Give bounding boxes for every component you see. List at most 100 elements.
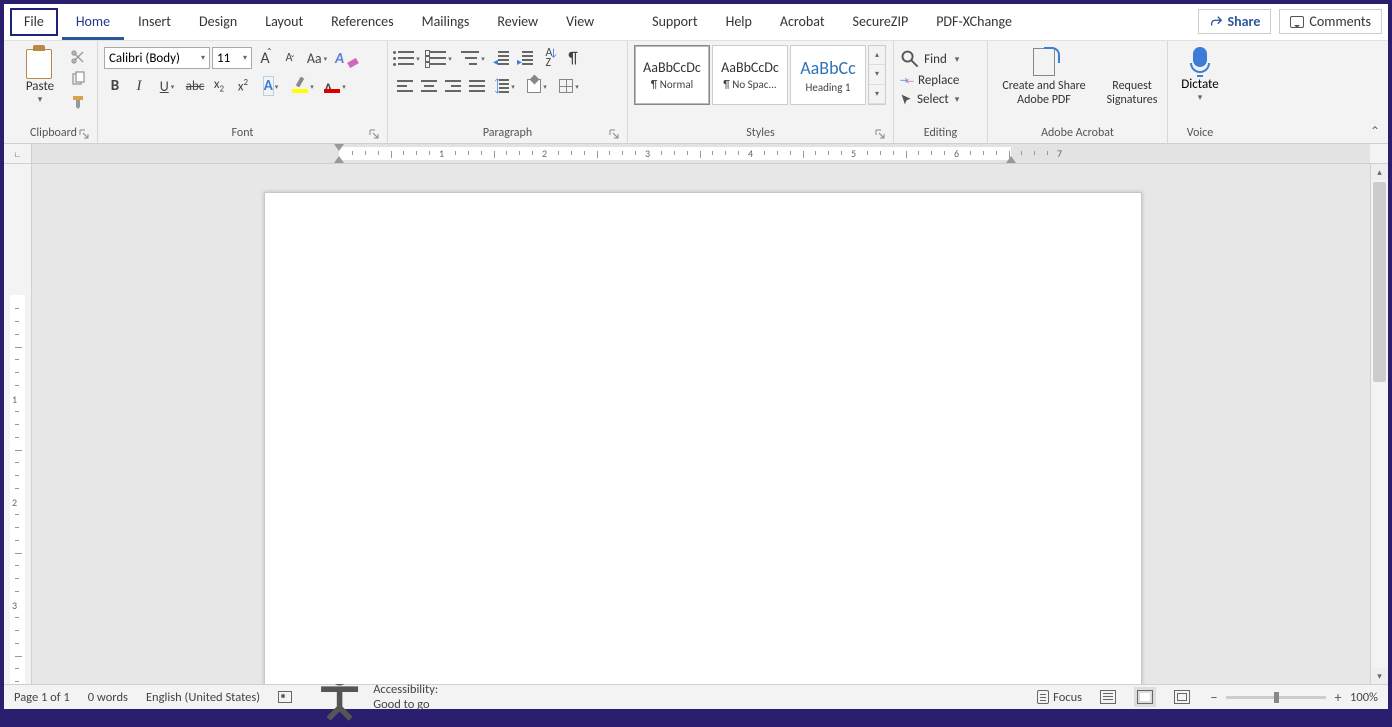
tab-review[interactable]: Review <box>483 4 552 40</box>
subscript-icon: x2 <box>214 77 224 95</box>
justify-button[interactable] <box>466 75 488 97</box>
zoom-in-button[interactable]: + <box>1332 689 1344 706</box>
text-effects-button[interactable]: A▾ <box>256 75 286 97</box>
tab-insert[interactable]: Insert <box>124 4 185 40</box>
share-button[interactable]: Share <box>1198 9 1272 34</box>
style-normal[interactable]: AaBbCcDc ¶ Normal <box>634 45 710 105</box>
styles-launcher[interactable] <box>873 127 887 141</box>
scroll-thumb[interactable] <box>1373 182 1386 382</box>
read-mode-button[interactable] <box>1100 690 1116 704</box>
zoom-out-button[interactable]: − <box>1208 689 1220 706</box>
font-size-combo[interactable]: 11▾ <box>212 47 252 69</box>
shrink-font-button[interactable]: A⌄ <box>278 47 300 69</box>
share-label: Share <box>1228 13 1261 30</box>
paragraph-launcher[interactable] <box>607 127 621 141</box>
tab-pdfxchange[interactable]: PDF-XChange <box>922 4 1026 40</box>
copy-button[interactable] <box>70 71 86 87</box>
style-heading1[interactable]: AaBbCc Heading 1 <box>790 45 866 105</box>
page-count[interactable]: Page 1 of 1 <box>14 690 70 705</box>
font-name-combo[interactable]: Calibri (Body)▾ <box>104 47 210 69</box>
shading-button[interactable]: ▾ <box>522 75 552 97</box>
format-painter-button[interactable] <box>70 93 86 109</box>
grow-font-icon: A⌃ <box>260 49 269 68</box>
comments-button[interactable]: Comments <box>1279 9 1382 34</box>
underline-button[interactable]: U▾ <box>152 75 182 97</box>
tab-securezip[interactable]: SecureZIP <box>839 4 923 40</box>
scroll-up[interactable]: ▴ <box>1371 164 1388 180</box>
clear-formatting-button[interactable]: A <box>334 47 356 69</box>
group-paragraph: ▾ ▾ ▾ ◂ ▸ AZ↓ ¶ ↑↓▾ ▾ ▾ Pa <box>388 41 628 143</box>
ruler-horizontal: ∟ 1234567 <box>4 144 1388 164</box>
select-button[interactable]: Select▾ <box>900 92 959 107</box>
create-share-l1: Create and Share <box>1002 79 1085 93</box>
style-no-spacing[interactable]: AaBbCcDc ¶ No Spac... <box>712 45 788 105</box>
status-bar: Page 1 of 1 0 words English (United Stat… <box>4 684 1388 709</box>
subscript-button[interactable]: x2 <box>208 75 230 97</box>
collapse-ribbon-button[interactable]: ⌃ <box>1370 124 1380 139</box>
cut-button[interactable] <box>70 49 86 65</box>
tab-acrobat[interactable]: Acrobat <box>766 4 839 40</box>
document-canvas[interactable] <box>32 164 1370 684</box>
paste-button[interactable]: Paste ▾ <box>16 43 64 105</box>
align-right-icon <box>445 80 461 92</box>
line-spacing-button[interactable]: ↑↓▾ <box>490 75 520 97</box>
ruler-h-track[interactable]: 1234567 <box>32 144 1370 163</box>
sort-icon: AZ↓ <box>546 48 553 68</box>
tab-view[interactable]: View <box>552 4 608 40</box>
tab-selector[interactable]: ∟ <box>4 144 32 163</box>
superscript-button[interactable]: x2 <box>232 75 254 97</box>
font-color-button[interactable]: A▾ <box>320 75 350 97</box>
styles-more[interactable]: ▾ <box>869 85 885 104</box>
scroll-down[interactable]: ▾ <box>1371 668 1388 684</box>
find-button[interactable]: Find▾ <box>900 49 959 69</box>
tab-home[interactable]: Home <box>62 4 124 40</box>
borders-button[interactable]: ▾ <box>554 75 584 97</box>
web-layout-button[interactable] <box>1174 690 1190 704</box>
highlight-button[interactable]: ▾ <box>288 75 318 97</box>
tab-file[interactable]: File <box>10 8 58 36</box>
tab-references[interactable]: References <box>317 4 407 40</box>
focus-mode-button[interactable]: Focus <box>1037 690 1082 705</box>
italic-button[interactable]: I <box>128 75 150 97</box>
tab-help[interactable]: Help <box>712 4 766 40</box>
change-case-button[interactable]: Aa▾ <box>302 47 332 69</box>
vertical-scrollbar[interactable]: ▴ ▾ <box>1370 164 1388 684</box>
dictate-button[interactable]: Dictate ▾ <box>1174 43 1226 103</box>
font-launcher[interactable] <box>367 127 381 141</box>
align-right-button[interactable] <box>442 75 464 97</box>
increase-indent-button[interactable]: ▸ <box>514 47 536 69</box>
request-signatures-button[interactable]: Request Signatures <box>1100 47 1164 107</box>
sort-button[interactable]: AZ↓ <box>538 47 560 69</box>
bold-button[interactable]: B <box>104 75 126 97</box>
page[interactable] <box>264 192 1142 684</box>
zoom-slider[interactable] <box>1226 696 1326 699</box>
show-marks-button[interactable]: ¶ <box>562 47 584 69</box>
tab-mailings[interactable]: Mailings <box>408 4 484 40</box>
language[interactable]: English (United States) <box>146 690 260 705</box>
align-left-button[interactable] <box>394 75 416 97</box>
strike-button[interactable]: abc <box>184 75 206 97</box>
decrease-indent-button[interactable]: ◂ <box>490 47 512 69</box>
multilevel-icon <box>461 51 479 65</box>
word-count[interactable]: 0 words <box>88 690 128 705</box>
multilevel-button[interactable]: ▾ <box>458 47 488 69</box>
bullets-button[interactable]: ▾ <box>394 47 424 69</box>
create-share-l2: Adobe PDF <box>1017 93 1071 107</box>
macro-recording[interactable] <box>278 691 292 703</box>
ruler-vertical[interactable]: 123 <box>4 164 32 684</box>
tab-support[interactable]: Support <box>638 4 711 40</box>
styles-up[interactable]: ▴ <box>869 46 885 65</box>
print-layout-button[interactable] <box>1134 687 1156 707</box>
adobe-group-label: Adobe Acrobat <box>1041 126 1114 140</box>
zoom-value[interactable]: 100% <box>1350 690 1378 705</box>
align-center-button[interactable] <box>418 75 440 97</box>
voice-group-label: Voice <box>1187 126 1213 140</box>
numbering-button[interactable]: ▾ <box>426 47 456 69</box>
grow-font-button[interactable]: A⌃ <box>254 47 276 69</box>
tab-design[interactable]: Design <box>185 4 251 40</box>
create-share-pdf-button[interactable]: Create and Share Adobe PDF <box>994 47 1094 107</box>
styles-down[interactable]: ▾ <box>869 65 885 84</box>
tab-layout[interactable]: Layout <box>251 4 317 40</box>
replace-button[interactable]: →← Replace <box>900 73 959 88</box>
clipboard-launcher[interactable] <box>77 127 91 141</box>
